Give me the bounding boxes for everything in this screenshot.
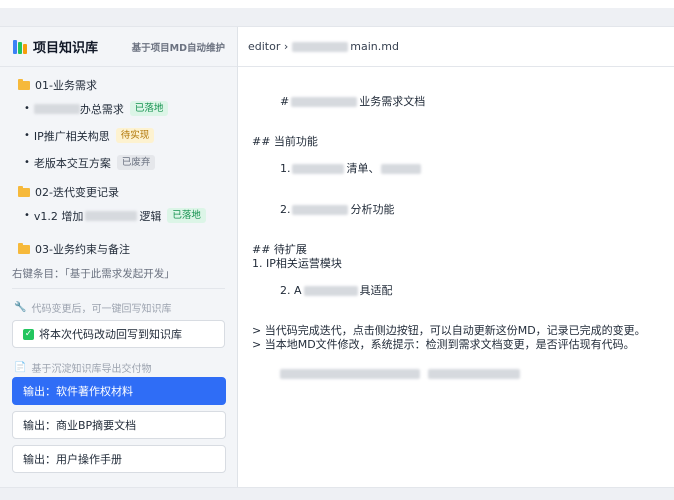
item-label: 办总需求 bbox=[79, 102, 124, 116]
section-label-text: 基于沉淀知识库导出交付物 bbox=[31, 363, 152, 375]
breadcrumb-prefix: editor › bbox=[248, 40, 289, 53]
bullet: • bbox=[24, 103, 30, 114]
context-menu-hint: 右键条目：「基于此需求发起开发」 bbox=[12, 267, 175, 280]
item-label: 老版本交互方案 bbox=[33, 156, 111, 170]
markdown-editor[interactable]: # 业务需求文档 ## 当前功能 1. 清单、 2. 分析功能 ## 待扩展 1. I… bbox=[238, 67, 674, 404]
status-badge: 待实现 bbox=[115, 128, 155, 143]
editor-breadcrumb: editor › main.md bbox=[238, 27, 674, 67]
editor-line: # 业务需求文档 bbox=[279, 94, 426, 108]
writeback-checkbox[interactable]: ✓ 将本次代码改动回写到知识库 bbox=[12, 320, 225, 348]
folder-icon bbox=[18, 242, 30, 254]
checkbox-checked-icon[interactable]: ✓ bbox=[23, 328, 34, 340]
status-badge: 已落地 bbox=[167, 208, 206, 223]
editor-line: 2. 分析功能 bbox=[279, 202, 395, 216]
editor-line: > 当本地MD文件修改，系统提示：检测到需求文档变更，是否评估现有代码。 bbox=[252, 337, 635, 351]
tree-item[interactable]: • 办总需求 已落地 bbox=[0, 95, 237, 122]
bullet: • bbox=[24, 130, 30, 141]
wrench-icon: 🔧 bbox=[14, 301, 27, 313]
folder-label: 03-业务约束与备注 bbox=[35, 243, 130, 256]
folder-iteration-changes[interactable]: 02-迭代变更记录 bbox=[0, 182, 237, 202]
item-label: IP推广相关构思 bbox=[33, 129, 110, 143]
bullet: • bbox=[24, 210, 30, 221]
folder-label: 01-业务需求 bbox=[35, 79, 97, 92]
divider bbox=[12, 288, 225, 289]
export-user-manual-button[interactable]: 输出：用户操作手册 bbox=[12, 445, 226, 473]
sidebar-header: 项目知识库 基于项目MD自动维护 bbox=[0, 27, 237, 67]
tree-item[interactable]: • IP推广相关构思 待实现 bbox=[0, 122, 237, 149]
folder-business-requirements[interactable]: 01-业务需求 bbox=[0, 75, 237, 95]
editor-line-redacted bbox=[252, 353, 660, 394]
redacted-text bbox=[85, 210, 138, 221]
folder-icon bbox=[18, 185, 30, 197]
top-strip bbox=[0, 0, 674, 8]
sidebar: 项目知识库 基于项目MD自动维护 01-业务需求 • 办总需求 已落地 • IP… bbox=[0, 27, 238, 487]
app-window: 项目知识库 基于项目MD自动维护 01-业务需求 • 办总需求 已落地 • IP… bbox=[0, 26, 674, 488]
editor-line: 2. A 具适配 bbox=[279, 283, 393, 297]
editor-line: > 当代码完成迭代，点击侧边按钮，可以自动更新这份MD，记录已完成的变更。 bbox=[252, 324, 646, 337]
item-label-prefix: v1.2 增加 bbox=[33, 209, 84, 223]
sidebar-title: 项目知识库 bbox=[33, 41, 99, 56]
item-label-suffix: 逻辑 bbox=[139, 209, 162, 223]
breadcrumb-file[interactable]: main.md bbox=[350, 40, 399, 53]
folder-label: 02-迭代变更记录 bbox=[35, 186, 119, 199]
document-icon: 📄 bbox=[14, 361, 27, 373]
status-badge: 已落地 bbox=[129, 101, 169, 116]
status-badge: 已废弃 bbox=[116, 155, 156, 170]
export-bp-summary-button[interactable]: 输出：商业BP摘要文档 bbox=[12, 411, 226, 439]
editor-line: ## 当前功能 bbox=[252, 135, 318, 148]
export-section-label: 📄 基于沉淀知识库导出交付物 bbox=[0, 357, 237, 377]
editor-line: 1. 清单、 bbox=[252, 149, 660, 190]
folder-business-constraints[interactable]: 03-业务约束与备注 bbox=[0, 239, 237, 259]
tree-item[interactable]: • v1.2 增加 逻辑 已落地 bbox=[0, 202, 237, 229]
books-icon bbox=[13, 39, 27, 54]
export-copyright-button[interactable]: 输出：软件著作权材料 bbox=[12, 377, 226, 405]
editor-pane: editor › main.md # 业务需求文档 ## 当前功能 1. 清单、 2… bbox=[238, 27, 674, 487]
sidebar-subtitle: 基于项目MD自动维护 bbox=[131, 42, 225, 54]
checkbox-label: 将本次代码改动回写到知识库 bbox=[39, 328, 182, 341]
bullet: • bbox=[24, 157, 30, 168]
redacted-text bbox=[292, 41, 349, 52]
editor-line: ## 待扩展 bbox=[252, 243, 307, 256]
writeback-section-label: 🔧 代码变更后，可一键回写知识库 bbox=[0, 297, 237, 317]
section-label-text: 代码变更后，可一键回写知识库 bbox=[31, 303, 172, 315]
folder-icon bbox=[18, 78, 30, 90]
tree-item[interactable]: • 老版本交互方案 已废弃 bbox=[0, 149, 237, 176]
editor-line: 1. IP相关运营模块 bbox=[252, 256, 342, 270]
knowledge-tree: 01-业务需求 • 办总需求 已落地 • IP推广相关构思 待实现 • 老版本交… bbox=[0, 67, 237, 473]
redacted-text bbox=[33, 103, 80, 114]
